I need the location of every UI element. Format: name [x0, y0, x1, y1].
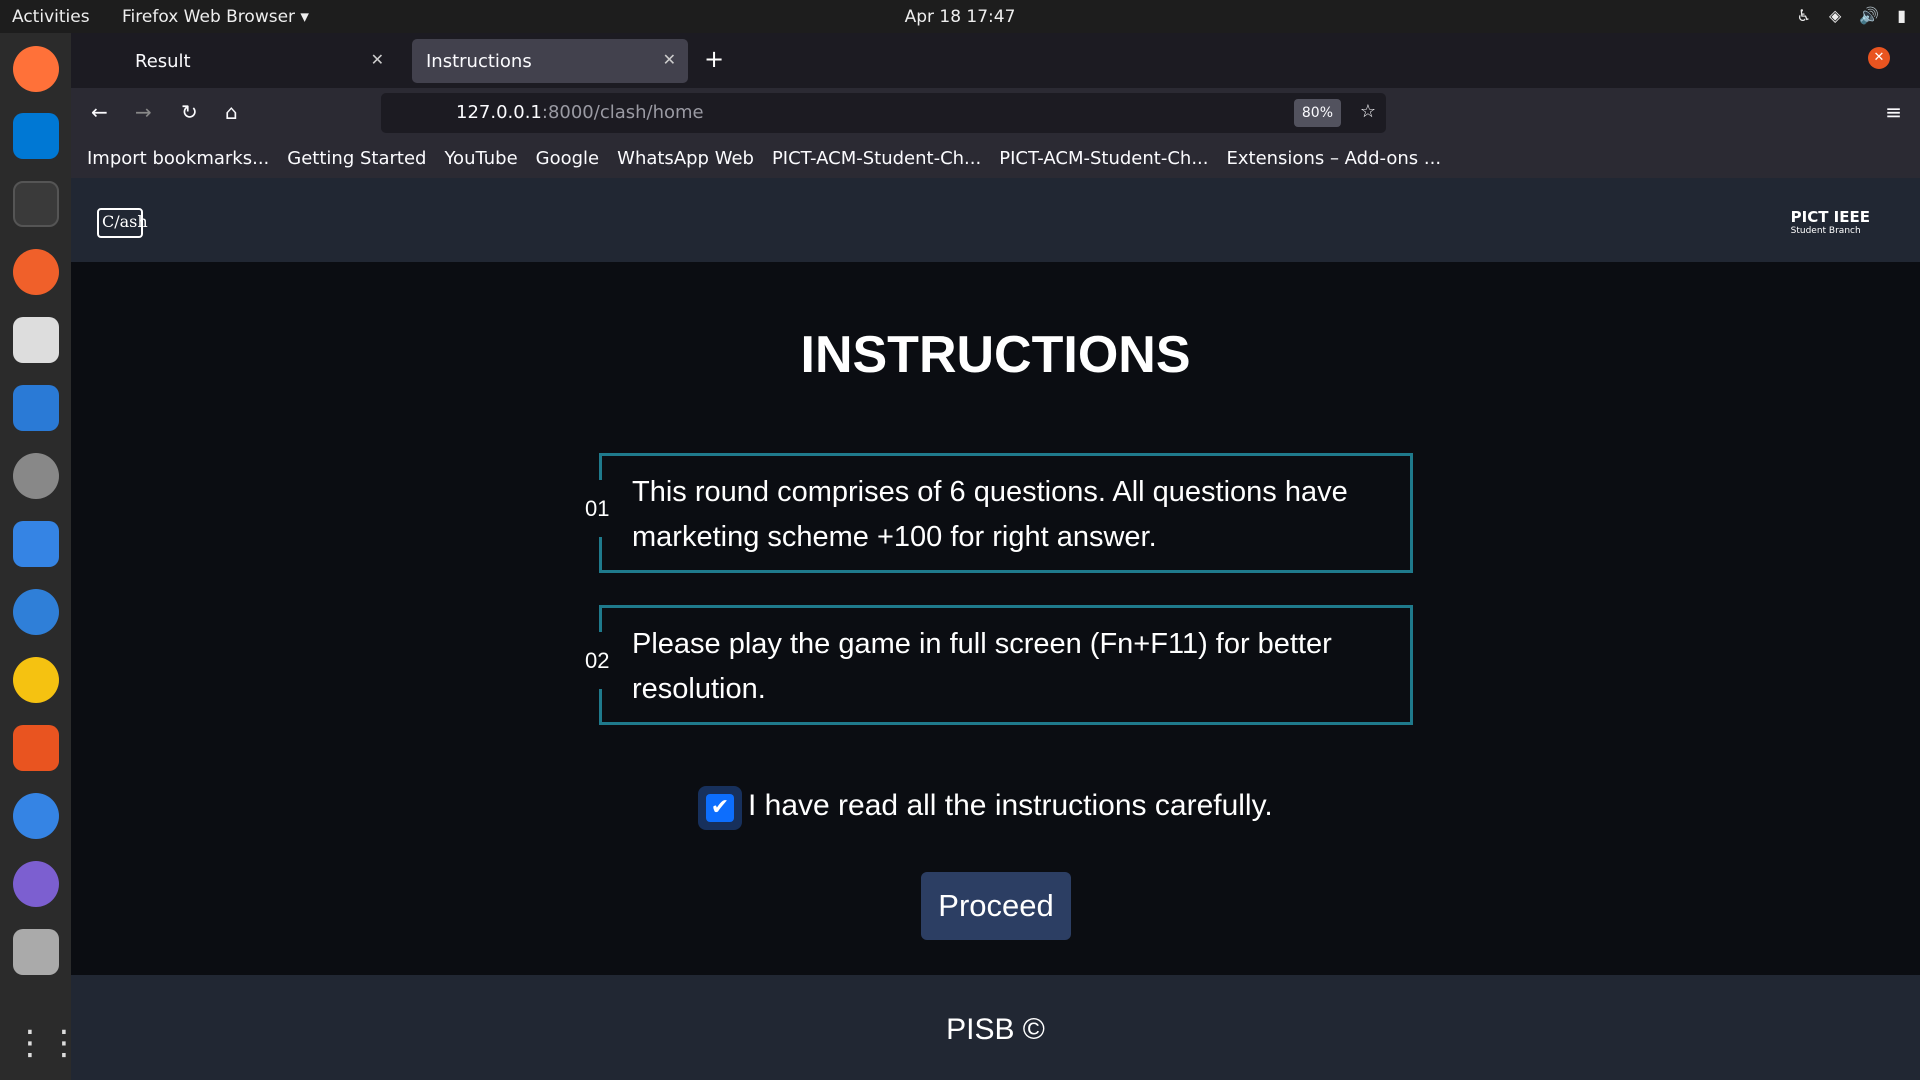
- instruction-text: Please play the game in full screen (Fn+…: [632, 628, 1332, 705]
- bookmark[interactable]: YouTube: [444, 148, 517, 169]
- screenshot-icon[interactable]: [13, 521, 59, 567]
- close-tab-icon[interactable]: ✕: [663, 50, 676, 69]
- apps-grid-icon[interactable]: ⋮⋮⋮: [13, 1023, 115, 1069]
- back-icon[interactable]: ←: [91, 100, 108, 124]
- checkbox-label[interactable]: I have read all the instructions careful…: [748, 789, 1273, 823]
- wifi-icon: ◈: [1828, 6, 1842, 25]
- system-top-bar: Activities Firefox Web Browser ▾ Apr 18 …: [0, 0, 1920, 33]
- footer-text: PISB ©: [946, 1013, 1045, 1046]
- volume-icon: 🔊: [1859, 6, 1880, 25]
- clipboard-icon[interactable]: [13, 929, 59, 975]
- bookmark[interactable]: Getting Started: [287, 148, 426, 169]
- zoom-level-button[interactable]: 80%: [1293, 99, 1341, 127]
- pict-ieee-logo: PICT IEEE Student Branch: [1790, 208, 1870, 237]
- instructions-read-checkbox[interactable]: ✔: [698, 786, 742, 830]
- terminal-icon[interactable]: [13, 181, 59, 227]
- bookmark-star-icon[interactable]: ☆: [1360, 101, 1376, 122]
- accessibility-icon[interactable]: ♿: [1797, 6, 1811, 25]
- close-tab-icon[interactable]: ✕: [371, 50, 384, 69]
- tab-instructions[interactable]: Instructions ✕: [412, 39, 688, 83]
- app-menu[interactable]: Firefox Web Browser ▾: [122, 7, 309, 27]
- instruction-item: 01 This round comprises of 6 questions. …: [585, 453, 1413, 573]
- activities-button[interactable]: Activities: [12, 7, 90, 27]
- new-tab-icon[interactable]: +: [704, 45, 724, 73]
- footer: PISB ©: [71, 975, 1920, 1080]
- checkmark-icon: ✔: [706, 794, 734, 822]
- brand-sub: Student Branch: [1790, 226, 1861, 236]
- firefox-icon[interactable]: [13, 46, 59, 92]
- home-icon[interactable]: ⌂: [225, 100, 238, 124]
- clash-logo[interactable]: C/ash: [97, 208, 148, 238]
- bookmark[interactable]: Import bookmarks...: [87, 148, 269, 169]
- url-path: :8000/clash/home: [541, 102, 704, 123]
- forward-icon[interactable]: →: [135, 100, 152, 124]
- writer-icon[interactable]: [13, 385, 59, 431]
- bookmark[interactable]: WhatsApp Web: [617, 148, 754, 169]
- instruction-number: 02: [585, 632, 615, 689]
- tab-result[interactable]: Result ✕: [121, 39, 396, 83]
- window-close-icon[interactable]: ✕: [1868, 47, 1890, 69]
- thunderbird-icon[interactable]: [13, 589, 59, 635]
- proceed-button[interactable]: Proceed: [921, 872, 1071, 940]
- settings-icon[interactable]: [13, 453, 59, 499]
- navigation-bar: ← → ↻ ⌂ 127.0.0.1:8000/clash/home 80% ☆ …: [71, 88, 1920, 138]
- system-tray[interactable]: ♿ ◈ 🔊 ▮: [1797, 6, 1906, 25]
- bookmark[interactable]: PICT-ACM-Student-Ch...: [999, 148, 1208, 169]
- url-bar[interactable]: 127.0.0.1:8000/clash/home 80% ☆: [381, 93, 1386, 133]
- help-icon[interactable]: [13, 793, 59, 839]
- tab-bar: Result ✕ Instructions ✕ + ✕: [71, 33, 1920, 88]
- vscode-icon[interactable]: [13, 113, 59, 159]
- brand: PICT IEEE: [1790, 208, 1870, 226]
- menu-icon[interactable]: ≡: [1885, 100, 1902, 124]
- bookmark[interactable]: Google: [536, 148, 599, 169]
- bookmark[interactable]: PICT-ACM-Student-Ch...: [772, 148, 981, 169]
- files-icon[interactable]: [13, 317, 59, 363]
- software-icon[interactable]: [13, 725, 59, 771]
- browser-icon[interactable]: [13, 861, 59, 907]
- tab-label: Result: [135, 51, 191, 72]
- instruction-item: 02 Please play the game in full screen (…: [585, 605, 1413, 725]
- site-header: C/ash PICT IEEE Student Branch: [71, 178, 1920, 262]
- tab-label: Instructions: [426, 51, 532, 72]
- reload-icon[interactable]: ↻: [181, 100, 198, 124]
- instruction-number: 01: [585, 480, 615, 537]
- url-host: 127.0.0.1: [456, 102, 542, 123]
- instruction-text: This round comprises of 6 questions. All…: [632, 476, 1348, 553]
- dock: ⋮⋮⋮: [0, 33, 115, 1080]
- editor-icon[interactable]: [13, 249, 59, 295]
- bookmark[interactable]: Extensions – Add-ons ...: [1226, 148, 1441, 169]
- bookmarks-bar: Import bookmarks... Getting Started YouT…: [71, 138, 1920, 178]
- battery-icon: ▮: [1897, 6, 1906, 25]
- rhythmbox-icon[interactable]: [13, 657, 59, 703]
- page-title: INSTRUCTIONS: [800, 326, 1191, 384]
